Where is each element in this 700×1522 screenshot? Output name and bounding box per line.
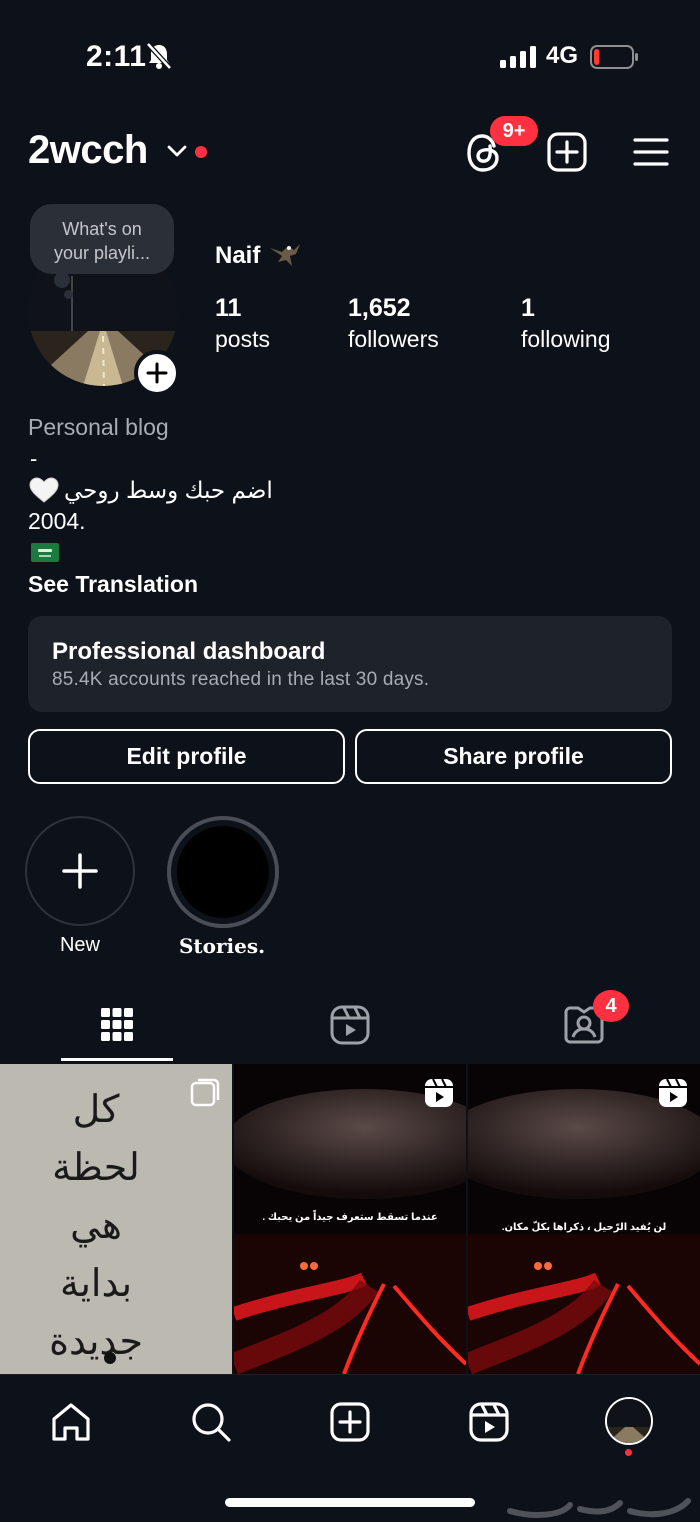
active-tab-indicator: [61, 1058, 173, 1061]
followers-label[interactable]: followers: [348, 326, 439, 353]
plus-icon: [62, 853, 98, 889]
reels-tab-icon[interactable]: [330, 1005, 370, 1045]
share-profile-button[interactable]: Share profile: [355, 729, 672, 784]
grid-tab-icon[interactable]: [100, 1006, 134, 1044]
home-indicator[interactable]: [225, 1498, 475, 1507]
following-count[interactable]: 1: [521, 294, 535, 323]
note-line-1: What's on: [62, 219, 142, 239]
post-caption: عندما تسقط ستعرف جيداً من يحبك .: [262, 1212, 438, 1223]
status-time: 2:11: [86, 40, 147, 73]
highlight-cover: [177, 826, 269, 918]
search-icon[interactable]: [190, 1401, 232, 1443]
bio-arabic-text: اضم حبك وسط روحي: [64, 476, 273, 503]
highlight-stories[interactable]: [167, 816, 279, 928]
threads-badge: 9+: [490, 116, 538, 146]
bio-dash: -: [30, 446, 38, 471]
username-switcher[interactable]: 2wcch: [28, 128, 148, 173]
post-line: جديدة: [49, 1319, 143, 1363]
bio-arabic-line: اضم حبك وسط روحي: [28, 476, 273, 504]
post-thumbnail[interactable]: لن يُفيد الرّحيل ، ذكراها بكلّ مكان.: [468, 1064, 700, 1374]
create-icon[interactable]: [329, 1401, 371, 1443]
carousel-icon: [190, 1078, 220, 1107]
new-highlight-label: New: [59, 934, 100, 956]
display-name: Naif: [215, 242, 261, 269]
notification-dot: [195, 146, 207, 158]
add-story-button[interactable]: [134, 350, 180, 396]
home-icon[interactable]: [50, 1401, 92, 1443]
avatar-thumbnail: [607, 1399, 651, 1443]
saudi-flag-icon: [31, 543, 59, 562]
following-label[interactable]: following: [521, 326, 611, 353]
post-thumbnail[interactable]: كل لحظة هي بداية جديدة: [0, 1064, 232, 1374]
bottom-nav: [0, 1374, 700, 1522]
post-handwriting: كل لحظة هي بداية جديدة: [0, 1080, 232, 1370]
watermark-logo: [507, 1498, 691, 1518]
network-type: 4G: [546, 42, 579, 69]
post-line: هي: [70, 1203, 122, 1247]
note-line-2: your playli...: [53, 243, 151, 263]
posts-count[interactable]: 11: [215, 294, 241, 323]
flag-emblem: [38, 549, 52, 557]
reel-icon: [425, 1078, 453, 1107]
profile-nav-avatar[interactable]: [605, 1397, 653, 1445]
bio-category: Personal blog: [28, 414, 169, 440]
eagle-emoji-icon: [270, 244, 300, 266]
tagged-badge: 4: [593, 990, 629, 1022]
create-post-icon[interactable]: [546, 131, 588, 173]
post-line: بداية: [59, 1261, 133, 1305]
profile-notification-dot: [625, 1449, 632, 1456]
note-tail: [54, 272, 70, 288]
white-heart-icon: [29, 477, 59, 503]
new-highlight-button[interactable]: [25, 816, 135, 926]
post-caption: لن يُفيد الرّحيل ، ذكراها بكلّ مكان.: [501, 1222, 667, 1233]
posts-label[interactable]: posts: [215, 326, 270, 353]
chevron-down-icon[interactable]: [166, 142, 188, 160]
note-bubble[interactable]: What's on your playli...: [30, 204, 174, 274]
post-thumbnail[interactable]: عندما تسقط ستعرف جيداً من يحبك .: [234, 1064, 466, 1374]
ink-dot: [104, 1352, 116, 1364]
battery-icon: [590, 45, 638, 69]
dashboard-title: Professional dashboard: [52, 638, 326, 665]
night-road-image: [468, 1064, 700, 1374]
bio-year: 2004.: [28, 508, 86, 534]
menu-icon[interactable]: [632, 136, 670, 168]
professional-dashboard[interactable]: Professional dashboard 85.4K accounts re…: [28, 616, 672, 712]
post-line: كل: [72, 1087, 120, 1131]
reels-icon[interactable]: [468, 1401, 510, 1443]
bell-off-icon: [146, 42, 172, 70]
plus-icon: [146, 362, 168, 384]
followers-count[interactable]: 1,652: [348, 294, 411, 323]
post-line: لحظة: [52, 1145, 140, 1189]
reel-icon: [659, 1078, 687, 1107]
highlight-stories-label: Stories.: [178, 934, 266, 958]
dashboard-subtitle: 85.4K accounts reached in the last 30 da…: [52, 669, 430, 690]
edit-profile-button[interactable]: Edit profile: [28, 729, 345, 784]
note-tail-small: [64, 290, 73, 299]
see-translation-link[interactable]: See Translation: [28, 571, 198, 598]
signal-icon: [500, 46, 536, 68]
